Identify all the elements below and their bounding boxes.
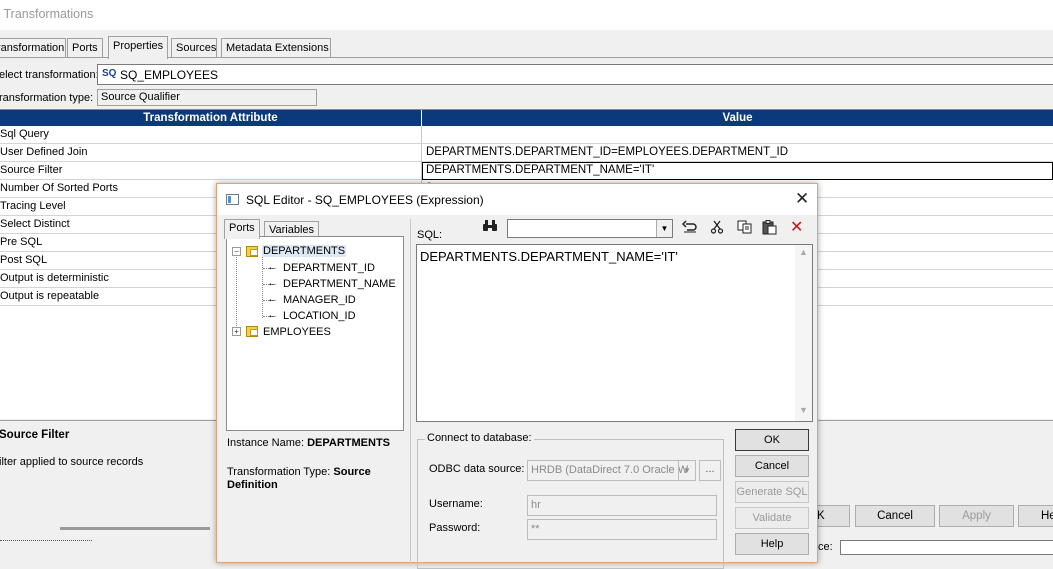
dialog-cancel-button[interactable]: Cancel — [735, 455, 809, 477]
table-icon — [246, 246, 258, 257]
tab-transformation[interactable]: ransformation — [0, 38, 66, 58]
tree-column[interactable]: ← DEPARTMENT_NAME — [227, 277, 397, 293]
bottom-field-label: ce: — [818, 541, 833, 553]
transformation-type-info: Transformation Type: Source Definition — [227, 466, 397, 492]
cancel-button[interactable]: Cancel — [855, 505, 935, 527]
tab-ports[interactable]: Ports — [67, 38, 103, 58]
pane-divider[interactable] — [410, 219, 411, 564]
row-attribute: User Defined Join — [0, 146, 88, 158]
connect-label: Connect to database: — [425, 432, 534, 444]
port-arrow-icon: ← — [267, 309, 278, 321]
window-title: it Transformations — [0, 7, 94, 21]
status-line — [0, 540, 92, 541]
description-text: ilter applied to source records — [0, 456, 144, 468]
cut-icon[interactable] — [710, 220, 724, 237]
tree-column-label: MANAGER_ID — [283, 294, 356, 306]
tab-sources[interactable]: Sources — [171, 38, 217, 58]
grid-row-selected[interactable]: Source Filter DEPARTMENTS.DEPARTMENT_NAM… — [0, 162, 1053, 180]
connect-group: Connect to database: ODBC data source: H… — [417, 432, 724, 569]
port-arrow-icon: ← — [267, 293, 278, 305]
validate-button[interactable]: Validate — [735, 507, 809, 529]
select-transformation-label: elect transformation: — [0, 69, 99, 81]
dialog-ok-button[interactable]: OK — [735, 429, 809, 451]
tree-column[interactable]: ← DEPARTMENT_ID — [227, 261, 397, 277]
table-icon — [246, 326, 258, 337]
sql-editor-dialog: SQL Editor - SQ_EMPLOYEES (Expression) ✕… — [216, 183, 818, 569]
instance-name: Instance Name: DEPARTMENTS — [227, 437, 390, 449]
tab-dialog-ports[interactable]: Ports — [224, 219, 260, 239]
scroll-down-icon[interactable]: ▼ — [799, 405, 808, 415]
help-button[interactable]: He — [1018, 505, 1053, 527]
instance-name-label: Instance Name: — [227, 437, 305, 449]
scroll-up-icon[interactable]: ▲ — [799, 247, 808, 257]
browse-button[interactable]: ... — [699, 460, 721, 481]
copy-icon[interactable] — [737, 220, 753, 237]
odbc-label: ODBC data source: — [429, 463, 525, 475]
port-arrow-icon: ← — [267, 277, 278, 289]
username-label: Username: — [429, 498, 483, 510]
odbc-select[interactable]: HRDB (DataDirect 7.0 Oracle W ▼ — [527, 460, 696, 481]
binoculars-icon[interactable] — [482, 219, 498, 236]
grid-row[interactable]: User Defined Join DEPARTMENTS.DEPARTMENT… — [0, 144, 1053, 162]
tree-node-departments[interactable]: − DEPARTMENTS — [227, 245, 397, 261]
select-transformation-field[interactable]: SQ SQ_EMPLOYEES — [97, 64, 1053, 85]
transformation-type-value: Source Qualifier — [97, 89, 317, 106]
generate-sql-button[interactable]: Generate SQL — [735, 481, 809, 503]
row-value: DEPARTMENTS.DEPARTMENT_NAME='IT' — [426, 164, 655, 176]
header-value: Value — [422, 110, 1053, 126]
odbc-value: HRDB (DataDirect 7.0 Oracle W — [531, 464, 689, 476]
port-arrow-icon: ← — [267, 261, 278, 273]
transformation-type-info-label: Transformation Type: — [227, 466, 331, 478]
source-qualifier-icon: SQ — [102, 68, 117, 79]
tab-properties[interactable]: Properties — [108, 36, 168, 59]
tree-node-employees[interactable]: + EMPLOYEES — [227, 325, 397, 341]
ports-tree: − DEPARTMENTS ← DEPARTMENT_ID ← DEPARTME… — [226, 236, 404, 431]
header-attribute: Transformation Attribute — [0, 110, 421, 126]
sql-scrollbar[interactable]: ▲ ▼ — [795, 245, 812, 421]
tab-metadata-extensions[interactable]: Metadata Extensions — [221, 38, 331, 58]
row-value: DEPARTMENTS.DEPARTMENT_ID=EMPLOYEES.DEPA… — [426, 146, 789, 158]
collapse-icon[interactable]: − — [232, 247, 241, 256]
delete-icon[interactable]: ✕ — [790, 217, 803, 237]
tree-column-label: LOCATION_ID — [283, 310, 356, 322]
username-field[interactable]: hr — [527, 495, 717, 516]
window-title-bar: it Transformations — [0, 0, 1053, 30]
instance-name-value: DEPARTMENTS — [307, 437, 391, 449]
tree-column-label: DEPARTMENT_NAME — [283, 278, 396, 290]
chevron-down-icon[interactable]: ▼ — [656, 220, 672, 237]
window-icon — [226, 194, 239, 205]
tree-column-label: DEPARTMENT_ID — [283, 262, 375, 274]
tree-column[interactable]: ← LOCATION_ID — [227, 309, 397, 325]
row-attribute: Source Filter — [0, 164, 63, 176]
description-title: Source Filter — [0, 429, 70, 441]
grid-row[interactable]: Sql Query — [0, 126, 1053, 144]
close-icon[interactable]: ✕ — [795, 189, 809, 209]
sql-text: DEPARTMENTS.DEPARTMENT_NAME='IT' — [420, 249, 678, 264]
select-transformation-value: SQ_EMPLOYEES — [120, 68, 219, 82]
scroll-indicator — [60, 527, 210, 530]
transformation-type-label: ransformation type: — [0, 92, 94, 104]
password-label: Password: — [429, 522, 481, 534]
sql-label: SQL: — [417, 229, 443, 241]
row-attribute: Sql Query — [0, 128, 49, 140]
password-field[interactable]: ** — [527, 519, 717, 540]
find-combo[interactable]: ▼ — [507, 219, 673, 238]
tree-column[interactable]: ← MANAGER_ID — [227, 293, 397, 309]
sql-text-area[interactable]: DEPARTMENTS.DEPARTMENT_NAME='IT' ▲ ▼ — [416, 244, 813, 422]
dialog-help-button[interactable]: Help — [735, 533, 809, 555]
paste-icon[interactable] — [762, 220, 778, 238]
tree-node-label: DEPARTMENTS — [262, 245, 347, 257]
apply-button[interactable]: Apply — [939, 505, 1014, 527]
dialog-title-bar: SQL Editor - SQ_EMPLOYEES (Expression) ✕ — [217, 184, 817, 215]
tree-node-label: EMPLOYEES — [263, 326, 331, 338]
expand-icon[interactable]: + — [232, 327, 241, 336]
undo-icon[interactable] — [681, 220, 698, 237]
chevron-down-icon[interactable]: ▼ — [678, 461, 695, 480]
dialog-title: SQL Editor - SQ_EMPLOYEES (Expression) — [246, 193, 484, 207]
